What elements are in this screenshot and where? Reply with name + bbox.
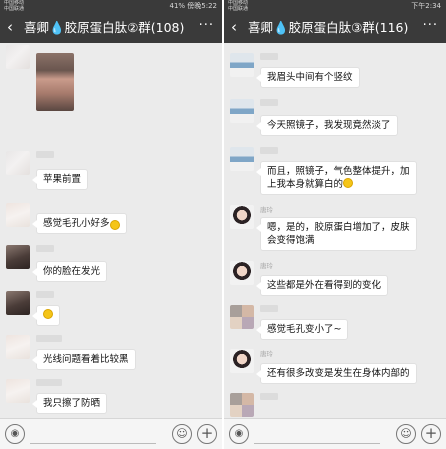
avatar[interactable] [230,147,254,171]
group-title: 喜卿💧胶原蛋白肽③群(116) [248,20,409,35]
avatar[interactable] [230,305,254,329]
avatar[interactable] [230,393,254,417]
carrier-label: 中国移动 中国联通 [4,0,25,12]
message-bubble[interactable]: 嗯，是的，胶原蛋白增加了，皮肤 会变得饱满 [256,217,417,251]
message-bubble[interactable]: 还有很多改变是发生在身体内部的 [256,363,417,384]
plus-icon[interactable]: + [197,424,217,444]
avatar[interactable] [230,349,254,373]
message-bubble[interactable]: 感觉毛孔变小了~ [255,319,349,340]
input-bar: ◉ ☺ + [224,418,446,449]
message-input[interactable] [254,425,380,444]
sender-name [260,393,278,400]
sender-name [260,99,278,106]
sender-name [36,335,62,342]
message-bubble[interactable] [32,305,60,326]
emoji-icon[interactable]: ☺ [396,424,416,444]
avatar[interactable] [6,45,30,69]
sender-name [36,291,54,298]
chat-panel-left: 中国移动 中国联通 41% 傍晚5:22 ‹ 喜卿💧胶原蛋白肽②群(108) ·… [0,0,222,449]
more-icon[interactable]: ··· [423,17,438,35]
status-bar: 中国移动 中国联通 41% 傍晚5:22 [0,0,222,13]
message-bubble[interactable]: 苹果前置 [31,169,89,190]
back-icon[interactable]: ‹ [231,18,237,36]
message-bubble[interactable]: 你的脸在发光 [31,261,108,282]
message-bubble[interactable]: 今天照镜子，我发现竟然淡了 [256,115,398,136]
sender-name [36,379,62,386]
avatar[interactable] [230,261,254,285]
plus-icon[interactable]: + [421,424,441,444]
message-line: 上我本身就算白的 [267,178,410,191]
message-bubble[interactable]: 我只擦了防晒 [31,393,108,414]
sender-name: 唐玲 [260,206,273,214]
message-bubble[interactable]: 光线问题看着比较黑 [32,349,136,370]
status-right: 下午2:34 [411,2,441,10]
avatar[interactable] [6,379,30,403]
back-icon[interactable]: ‹ [7,18,13,36]
message-list[interactable]: 我眉头中间有个竖纹 今天照镜子，我发现竟然淡了 而且，照镜子，气色整体提升，加 … [224,43,446,418]
voice-icon[interactable]: ◉ [5,424,25,444]
sender-name: 唐玲 [260,262,273,270]
status-bar: 中国移动 中国联通 下午2:34 [224,0,446,13]
message-bubble[interactable]: 这些都是外在看得到的变化 [255,275,389,296]
message-line: 会变得饱满 [267,235,315,246]
avatar[interactable] [6,245,30,269]
avatar[interactable] [230,99,254,123]
message-bubble[interactable]: 感觉毛孔小好多😂 [32,213,127,234]
avatar[interactable] [6,151,30,175]
message-list[interactable]: 苹果前置 感觉毛孔小好多😂 你的脸在发光 光线问题看着比较黑 我只擦了防晒 [0,43,222,418]
sender-name [36,151,54,158]
message-bubble[interactable]: 而且，照镜子，气色整体提升，加 上我本身就算白的 [256,161,417,195]
sender-name [260,147,278,154]
avatar[interactable] [6,335,30,359]
group-title: 喜卿💧胶原蛋白肽②群(108) [24,20,185,35]
input-bar: ◉ ☺ + [0,418,222,449]
status-right: 41% 傍晚5:22 [169,2,217,10]
chat-header: ‹ 喜卿💧胶原蛋白肽②群(108) ··· [0,13,222,43]
voice-icon[interactable]: ◉ [229,424,249,444]
chat-header: ‹ 喜卿💧胶原蛋白肽③群(116) ··· [224,13,446,43]
smile-emoji-icon [43,309,53,319]
message-input[interactable] [30,425,156,444]
carrier-label: 中国移动 中国联通 [228,0,249,12]
message-line: 嗯，是的，胶原蛋白增加了，皮肤 [267,222,410,233]
avatar[interactable] [230,205,254,229]
more-icon[interactable]: ··· [199,17,214,35]
sender-name [36,245,54,252]
sender-name [260,305,278,312]
message-bubble[interactable]: 我眉头中间有个竖纹 [256,67,360,88]
photo-message[interactable] [36,53,74,111]
smile-emoji-icon [343,178,354,188]
chat-panel-right: 中国移动 中国联通 下午2:34 ‹ 喜卿💧胶原蛋白肽③群(116) ··· 我… [224,0,446,449]
sender-name [260,53,278,60]
avatar[interactable] [6,291,30,315]
sender-name: 唐玲 [260,350,273,358]
avatar[interactable] [6,203,30,227]
emoji-icon[interactable]: ☺ [172,424,192,444]
message-line: 而且，照镜子，气色整体提升，加 [267,166,410,177]
laugh-emoji-icon: 😂 [109,220,120,230]
avatar[interactable] [230,53,254,77]
